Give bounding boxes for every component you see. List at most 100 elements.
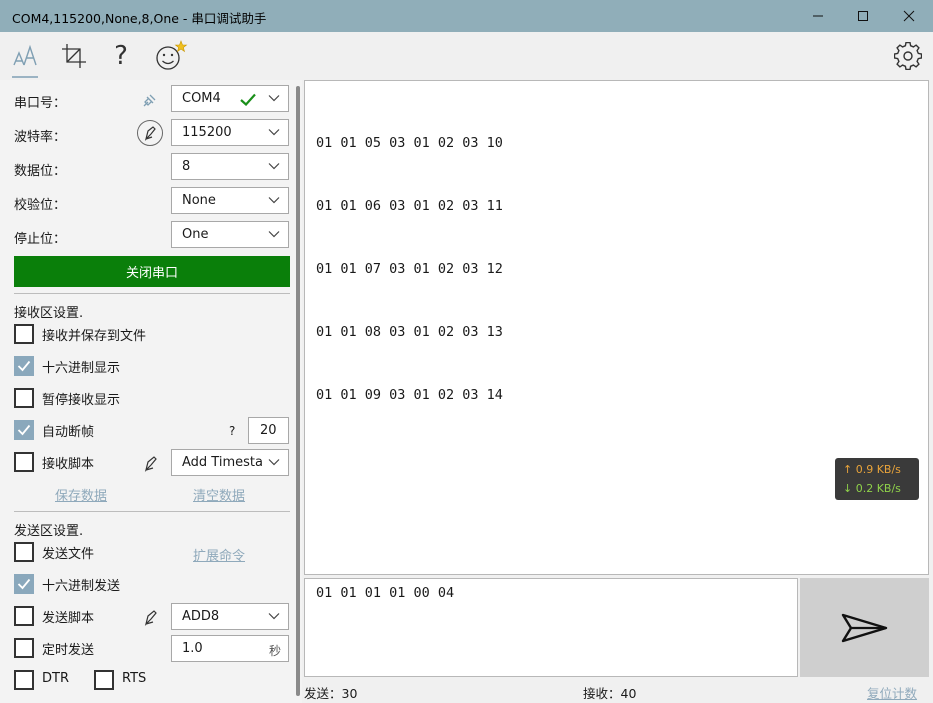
- timed-send-label: 定时发送: [42, 643, 95, 658]
- databits-select[interactable]: 8: [171, 153, 289, 180]
- chevron-down-icon: [268, 129, 280, 136]
- crop-icon: [62, 44, 86, 68]
- crop-button[interactable]: [54, 38, 94, 74]
- receive-log: 01 01 05 03 01 02 03 10 01 01 06 03 01 0…: [316, 91, 503, 448]
- stopbits-label: 停止位：: [14, 232, 67, 247]
- send-file-label: 发送文件: [42, 547, 95, 562]
- sent-count: 发送：30: [304, 686, 358, 701]
- pen-icon[interactable]: [143, 454, 159, 472]
- parity-label: 校验位：: [14, 198, 67, 213]
- timed-interval-value: 1.0: [182, 641, 203, 656]
- window-title: COM4,115200,None,8,One - 串口调试助手: [12, 11, 267, 26]
- panel-scrollbar[interactable]: [296, 86, 300, 696]
- checkbox-box: [14, 638, 34, 658]
- divider: [14, 511, 290, 512]
- settings-button[interactable]: [888, 38, 928, 74]
- close-icon: [903, 10, 915, 22]
- receive-line: 01 01 08 03 01 02 03 13: [316, 324, 503, 340]
- send-icon: [841, 613, 887, 642]
- help-button[interactable]: ?: [101, 38, 141, 74]
- rts-label: RTS: [122, 671, 147, 686]
- pen-icon: [144, 126, 156, 141]
- minimize-icon: [813, 15, 823, 17]
- checkbox-box-checked: [14, 574, 34, 594]
- checkbox-box: [14, 452, 34, 472]
- checkbox-box: [14, 606, 34, 626]
- chevron-down-icon: [268, 95, 280, 102]
- download-speed: ↓ 0.2 KB/s: [843, 482, 901, 495]
- recv-script-value: Add Timestamp: [182, 455, 264, 470]
- clear-data-link[interactable]: 清空数据: [193, 485, 245, 504]
- chevron-down-icon: [268, 613, 280, 620]
- checkmark-icon: [17, 578, 31, 590]
- databits-label: 数据位：: [14, 164, 67, 179]
- chevron-down-icon: [268, 231, 280, 238]
- received-count: 接收：40: [583, 686, 637, 701]
- baud-script-button[interactable]: [137, 120, 163, 146]
- recv-script-select[interactable]: Add Timestamp: [171, 449, 289, 476]
- send-input[interactable]: 01 01 01 01 00 04: [304, 578, 798, 677]
- port-select[interactable]: COM4: [171, 85, 289, 112]
- checkbox-box-checked: [14, 356, 34, 376]
- upload-speed: ↑ 0.9 KB/s: [843, 463, 901, 476]
- font-size-icon: [13, 44, 37, 66]
- check-icon: [240, 93, 256, 106]
- parity-value: None: [182, 193, 216, 208]
- help-icon: ?: [114, 41, 128, 71]
- receive-line: 01 01 07 03 01 02 03 12: [316, 261, 503, 277]
- speed-indicator: ↑ 0.9 KB/s ↓ 0.2 KB/s: [835, 458, 919, 500]
- plug-icon: [143, 94, 156, 107]
- chevron-down-icon: [268, 163, 280, 170]
- close-port-button[interactable]: 关闭串口: [14, 256, 290, 287]
- send-settings-heading: 发送区设置.: [14, 524, 84, 539]
- receive-line: 01 01 06 03 01 02 03 11: [316, 198, 503, 214]
- reset-count-link[interactable]: 复位计数: [867, 683, 917, 702]
- receive-area[interactable]: 01 01 05 03 01 02 03 10 01 01 06 03 01 0…: [304, 80, 929, 575]
- toolbar: ?: [0, 32, 933, 80]
- close-button[interactable]: [886, 0, 932, 32]
- save-data-link[interactable]: 保存数据: [55, 485, 107, 504]
- auto-frame-value: 20: [260, 423, 277, 438]
- minimize-button[interactable]: [795, 0, 841, 32]
- font-size-button[interactable]: [6, 38, 46, 74]
- maximize-icon: [858, 11, 868, 21]
- checkmark-icon: [17, 360, 31, 372]
- chevron-down-icon: [268, 459, 280, 466]
- timed-unit: 秒: [268, 644, 281, 658]
- settings-panel: 串口号： COM4 波特率： 115200 数据位： 8 校验位： None 停…: [0, 80, 302, 703]
- pause-display-label: 暂停接收显示: [42, 393, 121, 408]
- auto-frame-input[interactable]: 20: [248, 417, 289, 444]
- auto-frame-help[interactable]: ?: [229, 424, 235, 438]
- receive-line: 01 01 09 03 01 02 03 14: [316, 387, 503, 403]
- active-tool-indicator: [12, 76, 38, 78]
- baud-value: 115200: [182, 125, 232, 140]
- extend-command-link[interactable]: 扩展命令: [193, 545, 245, 564]
- baud-label: 波特率：: [14, 130, 67, 145]
- receive-settings-heading: 接收区设置.: [14, 306, 84, 321]
- port-label: 串口号：: [14, 96, 67, 111]
- stopbits-value: One: [182, 227, 209, 242]
- pen-icon[interactable]: [143, 608, 159, 626]
- hex-send-label: 十六进制发送: [42, 579, 121, 594]
- databits-value: 8: [182, 159, 191, 174]
- checkbox-box: [14, 388, 34, 408]
- send-script-value: ADD8: [182, 609, 220, 624]
- checkbox-box-checked: [14, 420, 34, 440]
- timed-interval-input[interactable]: 1.0 秒: [171, 635, 289, 662]
- divider: [14, 293, 290, 294]
- title-bar: COM4,115200,None,8,One - 串口调试助手: [0, 0, 933, 32]
- send-text: 01 01 01 01 00 04: [316, 585, 455, 601]
- dtr-label: DTR: [42, 671, 69, 686]
- checkbox-box: [14, 670, 34, 690]
- maximize-button[interactable]: [840, 0, 886, 32]
- send-button[interactable]: [800, 578, 929, 677]
- baud-select[interactable]: 115200: [171, 119, 289, 146]
- checkbox-box: [14, 542, 34, 562]
- parity-select[interactable]: None: [171, 187, 289, 214]
- smiley-button[interactable]: [150, 38, 190, 74]
- send-script-select[interactable]: ADD8: [171, 603, 289, 630]
- stopbits-select[interactable]: One: [171, 221, 289, 248]
- chevron-down-icon: [268, 197, 280, 204]
- save-to-file-label: 接收并保存到文件: [42, 329, 147, 344]
- recv-script-label: 接收脚本: [42, 457, 95, 472]
